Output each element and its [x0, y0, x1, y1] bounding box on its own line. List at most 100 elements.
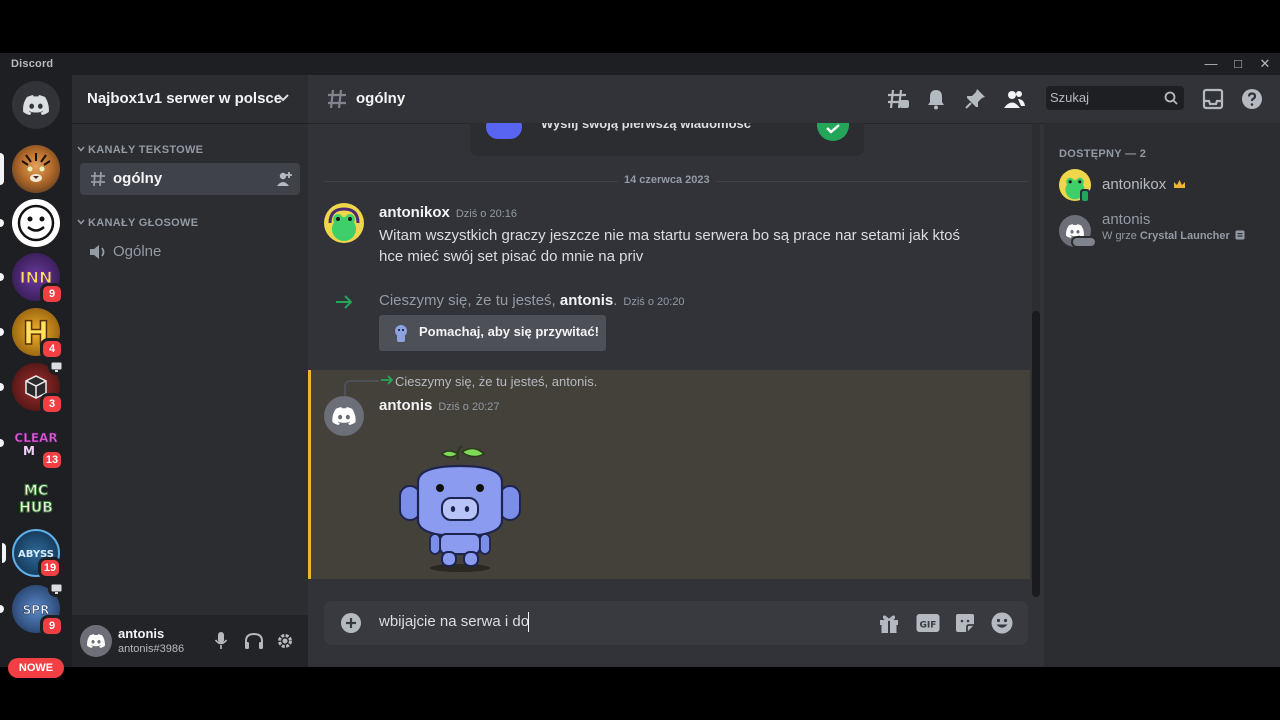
svg-text:M: M: [23, 444, 35, 458]
category-voice-channels[interactable]: KANAŁY GŁOSOWE: [77, 217, 198, 229]
server-inn[interactable]: INN 9: [0, 253, 64, 305]
bell-icon[interactable]: [924, 87, 948, 111]
join-message: Cieszymy się, że tu jesteś, antonis. Dziś…: [379, 292, 685, 309]
headphones-icon[interactable]: [244, 632, 264, 650]
home-button[interactable]: [12, 81, 60, 129]
guild-header[interactable]: Najbox1v1 serwer w polsce: [72, 75, 308, 124]
text-cursor: [528, 612, 529, 632]
svg-text:HUB: HUB: [19, 500, 53, 516]
welcome-card: Wyślij swoją pierwszą wiadomość: [470, 123, 864, 156]
pin-icon[interactable]: [963, 87, 987, 111]
mchub-logo-icon: MCHUB: [19, 483, 54, 517]
voice-channel-ogolne[interactable]: Ogólne: [80, 236, 300, 268]
help-icon[interactable]: [1240, 87, 1264, 111]
message-header: antonikox Dziś o 20:16: [379, 204, 517, 222]
scrollbar-thumb[interactable]: [1032, 311, 1040, 597]
member-group-header: DOSTĘPNY — 2: [1059, 148, 1147, 160]
message-timestamp: Dziś o 20:27: [438, 401, 500, 413]
discord-logo-icon: [332, 407, 356, 425]
close-icon[interactable]: ✕: [1256, 55, 1274, 73]
author-name[interactable]: antonis: [379, 397, 432, 414]
gif-icon[interactable]: GIF: [916, 612, 940, 634]
threads-icon[interactable]: [886, 87, 910, 111]
unread-indicator: [0, 383, 4, 391]
chevron-down-icon: [77, 219, 85, 225]
voice-activity-badge: [48, 359, 64, 375]
chat-bubble-icon: [486, 123, 522, 139]
attach-plus-icon[interactable]: [341, 613, 361, 633]
category-text-channels[interactable]: KANAŁY TEKSTOWE: [77, 144, 203, 156]
avatar[interactable]: [324, 396, 364, 436]
server-spr[interactable]: SPR 9: [0, 581, 64, 637]
avatar: [1059, 169, 1091, 203]
joined-user-name[interactable]: antonis: [560, 292, 613, 309]
speaker-icon: [90, 245, 105, 259]
emoji-icon[interactable]: [991, 612, 1013, 634]
activity-prefix: W grze: [1102, 230, 1137, 242]
wumpus-sticker[interactable]: [396, 442, 526, 574]
unread-badge: 4: [40, 338, 64, 360]
unread-indicator: [0, 439, 4, 447]
hashtag-icon: [91, 171, 105, 187]
user-panel: antonis antonis#3986: [72, 615, 308, 667]
avatar[interactable]: [80, 625, 112, 657]
wave-button[interactable]: Pomachaj, aby się przywitać!: [379, 315, 606, 351]
maximize-icon[interactable]: □: [1229, 55, 1247, 73]
server-rail: INN 9 H 4 3 CLEAR M 13 MC HUB ABYSS 19 S…: [0, 75, 72, 678]
date-divider: 14 czerwca 2023: [618, 174, 716, 186]
unread-indicator: [0, 605, 4, 613]
user-name[interactable]: antonis: [118, 626, 164, 641]
svg-text:GIF: GIF: [920, 621, 937, 631]
scrollbar-track[interactable]: [1032, 123, 1040, 597]
channel-title: ogólny: [356, 90, 406, 107]
server-h[interactable]: H 4: [0, 308, 64, 360]
avatar[interactable]: [324, 203, 364, 243]
message-content: Witam wszystkich graczy jeszcze nie ma s…: [379, 225, 1019, 267]
join-text-end: .: [613, 292, 618, 309]
unread-badge: 9: [40, 283, 64, 305]
server-mchub[interactable]: MC HUB: [12, 474, 60, 522]
sticker-icon[interactable]: [954, 612, 976, 634]
inbox-icon[interactable]: [1201, 87, 1225, 111]
server-smiley[interactable]: [0, 199, 60, 247]
discord-logo-icon: [87, 634, 105, 648]
voice-activity-badge: [48, 581, 64, 597]
server-clear[interactable]: CLEAR M 13: [0, 419, 64, 471]
message-input[interactable]: wbijajcie na serwa i do: [379, 613, 529, 630]
search-box[interactable]: Szukaj: [1046, 86, 1184, 110]
channel-label: ogólny: [113, 170, 163, 187]
members-icon[interactable]: [1002, 87, 1026, 111]
gear-icon[interactable]: [276, 632, 294, 650]
channel-ogolny[interactable]: ogólny: [80, 163, 300, 195]
server-abyss[interactable]: ABYSS 19: [2, 529, 62, 579]
new-unreads-pill[interactable]: NOWE: [8, 658, 64, 678]
app-title: Discord: [11, 58, 54, 70]
server-tiger[interactable]: [0, 145, 60, 193]
chevron-down-icon: [277, 94, 289, 102]
server-polish[interactable]: 3: [0, 359, 64, 415]
minimize-icon[interactable]: —: [1202, 55, 1220, 73]
member-item[interactable]: antonis W grze Crystal Launcher: [1052, 209, 1272, 253]
message-header: antonis Dziś o 20:27: [379, 397, 500, 415]
author-name[interactable]: antonikox: [379, 204, 450, 221]
microphone-icon[interactable]: [214, 631, 228, 651]
message-line: hce mieć swój set pisać do mnie na priv: [379, 248, 644, 265]
gift-icon[interactable]: [878, 612, 900, 634]
typing-status-icon: [1071, 236, 1097, 248]
hashtag-icon: [328, 89, 346, 109]
add-member-icon[interactable]: [276, 171, 293, 187]
reply-quote[interactable]: Cieszymy się, że tu jesteś, antonis.: [395, 374, 597, 389]
rich-presence-icon: [1235, 230, 1245, 240]
unread-indicator: [0, 328, 4, 336]
category-label: KANAŁY GŁOSOWE: [88, 217, 199, 229]
title-bar: Discord — □ ✕: [0, 53, 1280, 75]
category-label: KANAŁY TEKSTOWE: [88, 144, 204, 156]
chat-area: ogólny Szukaj Wyślij swoją pierwszą wiad…: [308, 75, 1280, 667]
discord-window: Discord — □ ✕ INN 9 H 4 3 CLEAR M 13 MC …: [0, 53, 1280, 678]
avatar: [1059, 215, 1097, 248]
member-name: antonikox: [1102, 176, 1167, 193]
join-text: Cieszymy się, że tu jesteś,: [379, 292, 556, 309]
member-item[interactable]: antonikox: [1052, 166, 1272, 206]
message-composer: wbijajcie na serwa i do GIF: [324, 601, 1028, 645]
member-name: antonis: [1102, 211, 1151, 228]
